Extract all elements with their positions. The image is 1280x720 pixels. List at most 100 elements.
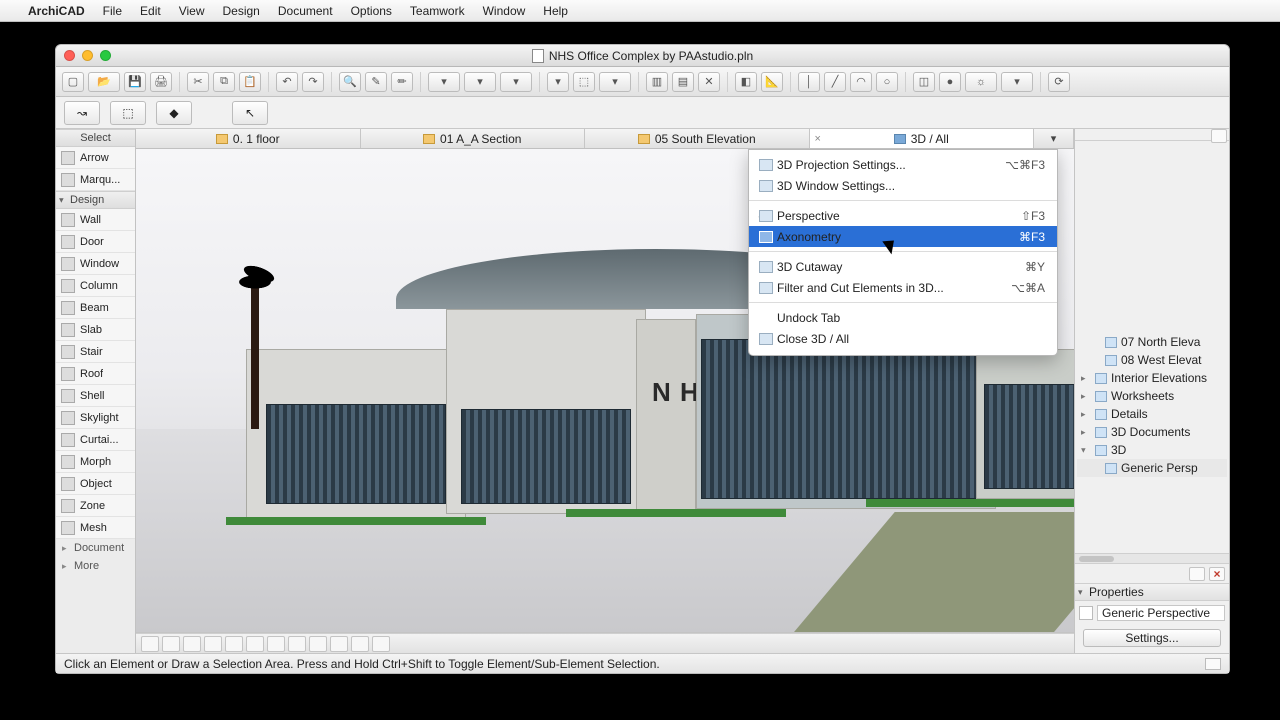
menu-undock-tab[interactable]: Undock Tab [749,307,1057,328]
menu-help[interactable]: Help [543,4,568,18]
new-button[interactable]: ▢ [62,72,84,92]
menu-window[interactable]: Window [483,4,526,18]
close-window-button[interactable] [64,50,75,61]
info-btn-1[interactable]: ↝ [64,101,100,125]
info-btn-arrow[interactable]: ↖ [232,101,268,125]
vt-zoomin[interactable] [204,636,222,652]
cut-button[interactable]: ✂ [187,72,209,92]
menu-3d-projection-settings[interactable]: 3D Projection Settings... ⌥⌘F3 [749,154,1057,175]
menu-edit[interactable]: Edit [140,4,161,18]
tab-close-icon[interactable]: × [815,133,821,145]
circle-icon[interactable]: ○ [876,72,898,92]
line-icon[interactable]: │ [798,72,820,92]
tool-mesh[interactable]: Mesh [56,517,135,539]
nav-generic-perspective[interactable]: Generic Persp [1077,459,1227,477]
menu-3d-window-settings[interactable]: 3D Window Settings... [749,175,1057,196]
info-btn-2[interactable]: ⬚ [110,101,146,125]
menu-design[interactable]: Design [223,4,260,18]
minimize-window-button[interactable] [82,50,93,61]
menu-3d-cutaway[interactable]: 3D Cutaway ⌘Y [749,256,1057,277]
tool-wall[interactable]: Wall [56,209,135,231]
menu-filter-cut[interactable]: Filter and Cut Elements in 3D... ⌥⌘A [749,277,1057,298]
tool-arrow[interactable]: Arrow [56,147,135,169]
menu-options[interactable]: Options [351,4,392,18]
model-view-icon[interactable]: ◫ [913,72,935,92]
tool-window[interactable]: Window [56,253,135,275]
nav-3d[interactable]: 3D [1077,441,1227,459]
measure-dropdown[interactable]: ▾ [599,72,631,92]
pencil-icon[interactable]: ✎ [365,72,387,92]
ruler-icon[interactable]: 📐 [761,72,783,92]
globe-dropdown[interactable]: ▾ [1001,72,1033,92]
titlebar[interactable]: NHS Office Complex by PAAstudio.pln [56,45,1229,67]
trace-icon[interactable]: ◧ [735,72,757,92]
elevation-icon[interactable]: ▤ [672,72,694,92]
menu-teamwork[interactable]: Teamwork [410,4,465,18]
vt-back[interactable] [351,636,369,652]
tab-3d-all[interactable]: × 3D / All [810,129,1035,148]
tab-elevation[interactable]: 05 South Elevation [585,129,810,148]
menu-document[interactable]: Document [278,4,333,18]
vt-orbit[interactable] [267,636,285,652]
arc-icon[interactable]: ◠ [850,72,872,92]
render-icon[interactable]: ● [939,72,961,92]
zoom-window-button[interactable] [100,50,111,61]
refresh-icon[interactable]: ⟳ [1048,72,1070,92]
menu-view[interactable]: View [179,4,205,18]
tool-beam[interactable]: Beam [56,297,135,319]
info-btn-3[interactable]: ◆ [156,101,192,125]
nav-delete-button[interactable]: × [1209,567,1225,581]
vt-pan[interactable] [246,636,264,652]
vt-fit[interactable] [141,636,159,652]
vt-zoomout[interactable] [225,636,243,652]
diag-icon[interactable]: ╱ [824,72,846,92]
nav-3d-documents[interactable]: 3D Documents [1077,423,1227,441]
nav-settings-button[interactable]: Settings... [1083,629,1221,647]
copy-button[interactable]: ⧉ [213,72,235,92]
nav-prop-icon[interactable] [1079,606,1093,620]
nav-properties-header[interactable]: Properties [1075,583,1229,601]
status-icon[interactable] [1205,658,1221,670]
tab-floor[interactable]: 0. 1 floor [136,129,361,148]
material-dropdown[interactable]: ▾ [500,72,532,92]
tool-slab[interactable]: Slab [56,319,135,341]
arrow-tool-icon[interactable]: ▾ [547,72,569,92]
vt-fwd[interactable] [372,636,390,652]
vt-prev[interactable] [183,636,201,652]
tool-curtain[interactable]: Curtai... [56,429,135,451]
vt-walk[interactable] [288,636,306,652]
navigator-tree[interactable]: 07 North Eleva 08 West Elevat Interior E… [1075,141,1229,553]
nav-new-button[interactable] [1189,567,1205,581]
print-button[interactable]: 🖨 [150,72,172,92]
select-tool-icon[interactable]: ⬚ [573,72,595,92]
navigator-scrollbar[interactable] [1075,553,1229,563]
nav-interior-elev[interactable]: Interior Elevations [1077,369,1227,387]
nav-details[interactable]: Details [1077,405,1227,423]
nav-west-elev[interactable]: 08 West Elevat [1077,351,1227,369]
tool-object[interactable]: Object [56,473,135,495]
menu-close-3d[interactable]: Close 3D / All [749,328,1057,349]
undo-button[interactable]: ↶ [276,72,298,92]
redo-button[interactable]: ↷ [302,72,324,92]
app-menu[interactable]: ArchiCAD [28,4,85,18]
marker-icon[interactable]: ✏ [391,72,413,92]
save-button[interactable]: 💾 [124,72,146,92]
vt-reset[interactable] [330,636,348,652]
tab-overflow-button[interactable]: ▾ [1034,129,1074,148]
3d-viewport[interactable]: N H S 3D Proje [136,149,1074,633]
tool-door[interactable]: Door [56,231,135,253]
tool-shell[interactable]: Shell [56,385,135,407]
tool-stair[interactable]: Stair [56,341,135,363]
menu-perspective[interactable]: ✓ Perspective ⇧F3 [749,205,1057,226]
tool-marquee[interactable]: Marqu... [56,169,135,191]
delete-icon[interactable]: ✕ [698,72,720,92]
tool-roof[interactable]: Roof [56,363,135,385]
toolbox-document-group[interactable]: Document [56,539,135,557]
nav-worksheets[interactable]: Worksheets [1077,387,1227,405]
vt-actual[interactable] [162,636,180,652]
section-icon[interactable]: ▥ [646,72,668,92]
sun-icon[interactable]: ☼ [965,72,997,92]
tool-column[interactable]: Column [56,275,135,297]
tool-zone[interactable]: Zone [56,495,135,517]
layer-dropdown[interactable]: ▾ [428,72,460,92]
